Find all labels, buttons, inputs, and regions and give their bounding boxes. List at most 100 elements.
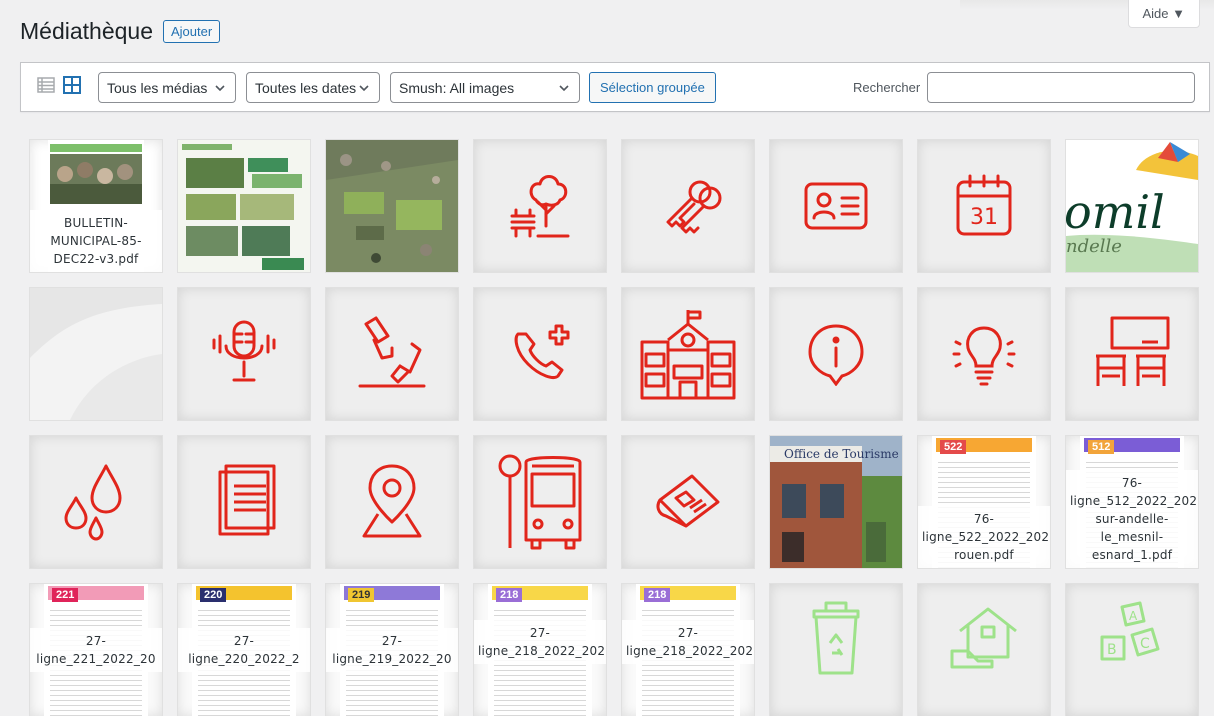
media-item-aerial-photo[interactable] <box>326 140 458 272</box>
classroom-icon <box>1096 316 1170 386</box>
media-item-ligne-218-pdf[interactable]: 218 27-ligne_218_2022_2023_rouen- <box>474 584 606 716</box>
media-item-info-icon[interactable] <box>770 288 902 420</box>
media-item-ligne-220-pdf[interactable]: 220 27-ligne_220_2022_2 <box>178 584 310 716</box>
media-item-recycle-icon[interactable] <box>770 584 902 716</box>
keys-icon <box>666 180 722 234</box>
newspaper-icon <box>656 474 720 528</box>
file-name: 76-ligne_522_2022_2023_gournay-rouen.pdf <box>918 506 1050 568</box>
plui-brochure-image <box>178 140 310 272</box>
chevron-down-icon <box>559 84 569 91</box>
pdf-header-band: 522 <box>936 438 1032 454</box>
school-building-icon <box>640 310 736 400</box>
abc-blocks-icon: A B C <box>1100 601 1160 661</box>
info-pin-icon <box>808 324 864 386</box>
media-item-bulletin-pdf[interactable]: BULLETIN-MUNICIPAL-85-DEC22-v3.pdf <box>30 140 162 272</box>
page-title: Médiathèque <box>20 18 153 44</box>
media-toolbar: Tous les médias Toutes les dates Smush: … <box>20 62 1210 112</box>
grid-view-icon[interactable] <box>63 76 81 94</box>
help-label: Aide ▼ <box>1142 6 1186 21</box>
media-item-abstract[interactable] <box>30 288 162 420</box>
media-item-keys-icon[interactable] <box>622 140 754 272</box>
pdf-header-band: 218 <box>492 586 588 602</box>
media-item-podcast-icon[interactable] <box>178 288 310 420</box>
file-name: 27-ligne_220_2022_2 <box>178 628 310 672</box>
line-number-badge: 218 <box>496 588 523 602</box>
line-number-badge: 522 <box>940 440 967 454</box>
date-filter[interactable]: Toutes les dates <box>246 72 380 103</box>
media-item-park-icon[interactable] <box>474 140 606 272</box>
chevron-down-icon <box>215 84 225 91</box>
file-name: 27-ligne_218_2022_2023_rouen- <box>622 620 754 664</box>
file-name: 76-ligne_512_2022_2023_perriers-sur-ande… <box>1066 470 1198 568</box>
svg-text:B: B <box>1107 642 1117 658</box>
media-item-calendar-icon[interactable]: 31 <box>918 140 1050 272</box>
file-name: 27-ligne_221_2022_20 <box>30 628 162 672</box>
media-item-water-icon[interactable] <box>30 436 162 568</box>
media-item-school-icon[interactable] <box>622 288 754 420</box>
water-drops-icon <box>64 464 122 541</box>
media-item-ligne-221-pdf[interactable]: 221 27-ligne_221_2022_20 <box>30 584 162 716</box>
media-item-ligne-512-pdf[interactable]: 512 76-ligne_512_2022_2023_perriers-sur-… <box>1066 436 1198 568</box>
svg-text:A: A <box>1129 609 1138 623</box>
date-filter-value: Toutes les dates <box>255 79 357 96</box>
document-icon <box>218 464 276 536</box>
tourist-office-photo: Office de Tourisme <box>770 436 902 568</box>
media-item-phone-icon[interactable] <box>474 288 606 420</box>
view-switch <box>37 76 81 94</box>
line-number-badge: 219 <box>348 588 375 602</box>
bulk-select-button[interactable]: Sélection groupée <box>589 72 716 103</box>
add-media-button[interactable]: Ajouter <box>163 20 221 43</box>
media-item-lightbulb-icon[interactable] <box>918 288 1050 420</box>
media-item-logo[interactable]: omil ndelle <box>1066 140 1198 272</box>
podcast-microphone-icon <box>212 320 276 382</box>
media-item-abc-icon[interactable]: A B C <box>1066 584 1198 716</box>
pdf-header-band: 220 <box>196 586 292 602</box>
media-item-location-icon[interactable] <box>326 436 458 568</box>
calendar-31-icon: 31 <box>956 174 1012 236</box>
smush-filter[interactable]: Smush: All images <box>390 72 580 103</box>
media-item-classroom-icon[interactable] <box>1066 288 1198 420</box>
media-item-bus-icon[interactable] <box>474 436 606 568</box>
file-name: 27-ligne_219_2022_20 <box>326 628 458 672</box>
media-item-newspaper-icon[interactable] <box>622 436 754 568</box>
media-item-id-card-icon[interactable] <box>770 140 902 272</box>
media-item-ligne-218-pdf-2[interactable]: 218 27-ligne_218_2022_2023_rouen- <box>622 584 754 716</box>
location-pin-icon <box>362 464 422 538</box>
aerial-village-photo <box>326 140 458 272</box>
list-view-icon[interactable] <box>37 76 55 94</box>
svg-text:31: 31 <box>970 205 998 230</box>
search-input[interactable] <box>927 72 1195 103</box>
phone-plus-icon <box>514 324 570 379</box>
file-name: BULLETIN-MUNICIPAL-85-DEC22-v3.pdf <box>30 210 162 272</box>
abstract-grey-curve <box>30 288 162 420</box>
page-header: Médiathèque Ajouter <box>20 18 221 45</box>
voting-hands-icon <box>358 316 426 388</box>
line-number-badge: 221 <box>52 588 79 602</box>
svg-text:Office de Tourisme: Office de Tourisme <box>784 447 899 461</box>
svg-text:omil: omil <box>1066 185 1165 239</box>
search-label: Rechercher <box>853 80 921 95</box>
media-grid: BULLETIN-MUNICIPAL-85-DEC22-v3.pdf 31 om… <box>30 140 1200 716</box>
media-item-voting-icon[interactable] <box>326 288 458 420</box>
pdf-header-band: 512 <box>1084 438 1180 454</box>
help-tab[interactable]: Aide ▼ <box>1127 0 1200 28</box>
media-item-document-icon[interactable] <box>178 436 310 568</box>
recycle-bin-icon <box>812 601 860 675</box>
media-item-plui-image[interactable] <box>178 140 310 272</box>
svg-text:C: C <box>1140 636 1150 652</box>
line-number-badge: 220 <box>200 588 227 602</box>
lightbulb-icon <box>952 326 1016 386</box>
chevron-down-icon <box>359 84 369 91</box>
line-number-badge: 512 <box>1088 440 1115 454</box>
bus-stop-icon <box>498 454 582 550</box>
house-hand-icon <box>950 607 1017 669</box>
pdf-header-band: 218 <box>640 586 736 602</box>
media-item-tourist-office-photo[interactable]: Office de Tourisme <box>770 436 902 568</box>
line-number-badge: 218 <box>644 588 671 602</box>
id-card-icon <box>804 182 868 230</box>
media-item-ligne-219-pdf[interactable]: 219 27-ligne_219_2022_20 <box>326 584 458 716</box>
media-item-house-hand-icon[interactable] <box>918 584 1050 716</box>
media-type-filter[interactable]: Tous les médias <box>98 72 236 103</box>
park-bench-tree-icon <box>510 175 570 238</box>
media-item-ligne-522-pdf[interactable]: 522 76-ligne_522_2022_2023_gournay-rouen… <box>918 436 1050 568</box>
